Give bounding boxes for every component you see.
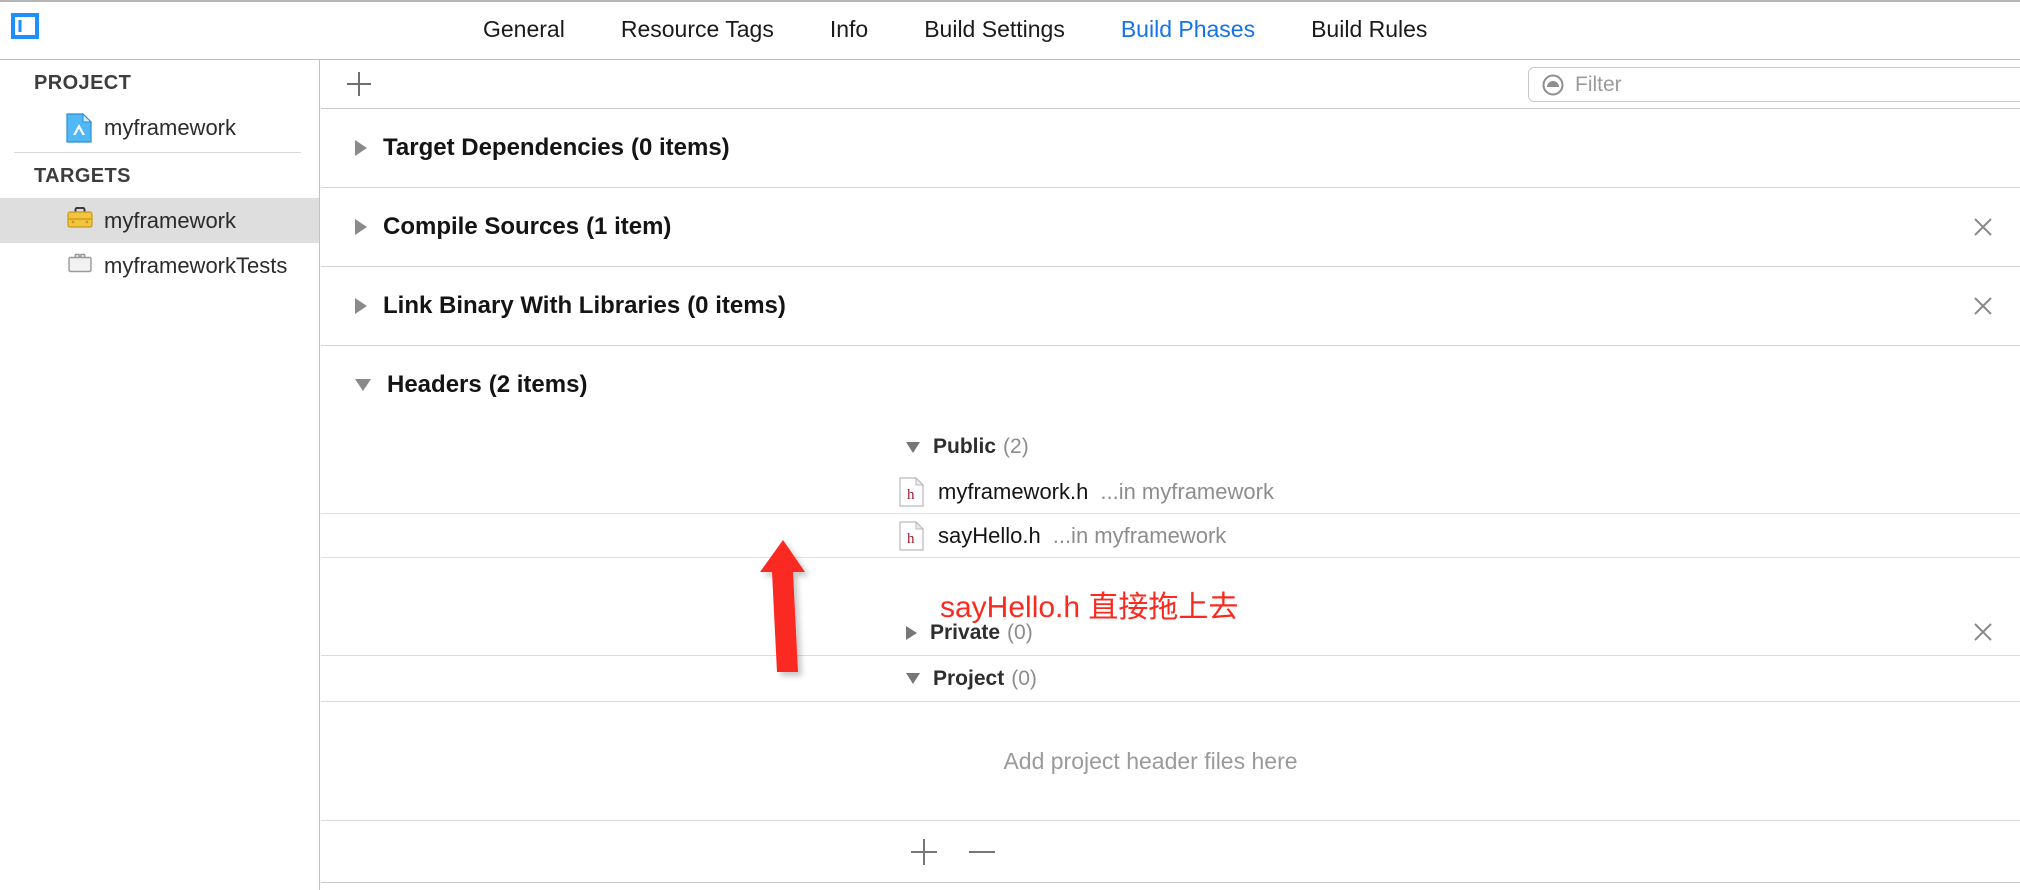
tab-bar: General Resource Tags Info Build Setting…	[0, 0, 2020, 60]
phase-count: (1 item)	[586, 213, 672, 240]
headers-phase-body: Public (2) h myframework.h ...in myframe…	[321, 424, 2020, 890]
remove-header-file-button[interactable]	[969, 839, 995, 865]
sidebar-item-label: myframework	[104, 114, 237, 140]
header-file-row[interactable]: h sayHello.h ...in myframework	[321, 514, 2020, 558]
group-count: (0)	[1011, 666, 1037, 690]
sidebar-item-target-myframeworkTests[interactable]: myframeworkTests	[0, 243, 319, 288]
xcode-project-icon	[66, 112, 92, 143]
svg-text:h: h	[907, 487, 915, 503]
header-file-location: ...in myframework	[1052, 522, 1227, 548]
remove-phase-button[interactable]	[1970, 293, 1996, 319]
disclosure-triangle-icon[interactable]	[355, 140, 367, 156]
phase-count: (0 items)	[687, 292, 786, 319]
tab-resource-tags[interactable]: Resource Tags	[593, 0, 802, 59]
sidebar-section-targets-label: TARGETS	[34, 165, 131, 187]
tab-build-phases[interactable]: Build Phases	[1093, 0, 1283, 59]
phase-header[interactable]: Compile Sources (1 item)	[321, 188, 2020, 266]
remove-phase-button[interactable]	[1970, 619, 1996, 645]
headers-phase-footer	[321, 821, 2020, 883]
disclosure-triangle-icon[interactable]	[906, 673, 920, 684]
group-name: Public	[933, 435, 997, 458]
sidebar-item-target-myframework[interactable]: myframework	[0, 198, 319, 243]
tab-list: General Resource Tags Info Build Setting…	[455, 0, 1455, 59]
phase-link-binary-with-libraries: Link Binary With Libraries (0 items)	[321, 267, 2020, 346]
filter-input[interactable]: Filter	[1528, 67, 2020, 102]
filter-placeholder: Filter	[1575, 72, 1622, 96]
disclosure-triangle-icon[interactable]	[906, 441, 920, 453]
phase-target-dependencies: Target Dependencies (0 items)	[321, 109, 2020, 188]
phase-count: (0 items)	[630, 134, 730, 161]
sidebar-item-project-myframework[interactable]: myframework	[0, 105, 319, 150]
disclosure-triangle-icon[interactable]	[906, 625, 917, 640]
sidebar-toggle-icon[interactable]	[10, 11, 40, 41]
group-name: Private	[930, 620, 1001, 644]
phase-title: Headers	[387, 371, 482, 398]
phase-header[interactable]: Link Binary With Libraries (0 items)	[321, 267, 2020, 345]
test-target-toolbox-icon	[66, 251, 92, 281]
add-build-phase-button[interactable]	[343, 68, 375, 100]
minus-icon	[969, 850, 995, 853]
header-group-project[interactable]: Project (0)	[321, 656, 2020, 702]
tab-general[interactable]: General	[455, 0, 593, 59]
phase-title: Target Dependencies	[383, 134, 624, 161]
header-group-public[interactable]: Public (2)	[321, 424, 2020, 470]
phase-title: Compile Sources	[383, 213, 580, 240]
disclosure-triangle-icon[interactable]	[355, 219, 367, 235]
phase-headers: Headers (2 items) Public (2) h myframewo…	[321, 346, 2020, 890]
phase-header[interactable]: Headers (2 items)	[321, 346, 2020, 424]
phase-title: Link Binary With Libraries	[383, 292, 681, 319]
pane-bottom-divider	[321, 883, 2020, 890]
phase-count: (2 items)	[488, 371, 588, 398]
sidebar-item-label: myframework	[104, 207, 237, 233]
header-file-row[interactable]: h myframework.h ...in myframework	[321, 470, 2020, 514]
build-phases-pane: Filter Target Dependencies (0 items) Com…	[321, 60, 2020, 890]
header-file-location: ...in myframework	[1100, 478, 1274, 504]
header-file-name: myframework.h	[938, 478, 1089, 504]
filter-icon	[1541, 73, 1565, 97]
phase-header[interactable]: Target Dependencies (0 items)	[321, 109, 2020, 187]
target-toolbox-icon	[66, 206, 93, 236]
header-group-private[interactable]: Private (0)	[321, 610, 2020, 656]
header-file-icon: h	[899, 476, 925, 507]
sidebar-item-label: myframeworkTests	[104, 252, 288, 278]
build-phases-toolbar: Filter	[321, 60, 2020, 109]
project-targets-sidebar: PROJECT myframework TARGETS myframework	[0, 60, 320, 890]
group-count: (0)	[1007, 620, 1033, 644]
phase-compile-sources: Compile Sources (1 item)	[321, 188, 2020, 267]
group-name: Project	[933, 666, 1005, 690]
group-count: (2)	[1003, 435, 1029, 458]
empty-drop-hint: Add project header files here	[321, 702, 2020, 821]
sidebar-section-project-label: PROJECT	[34, 72, 132, 94]
header-file-name: sayHello.h	[938, 522, 1041, 548]
remove-phase-button[interactable]	[1970, 214, 1996, 240]
disclosure-triangle-icon[interactable]	[355, 298, 367, 314]
add-header-file-button[interactable]	[911, 838, 937, 865]
tab-build-rules[interactable]: Build Rules	[1283, 0, 1455, 59]
tab-info[interactable]: Info	[802, 0, 896, 59]
plus-icon	[347, 72, 371, 96]
svg-text:h: h	[907, 531, 915, 547]
disclosure-triangle-icon[interactable]	[355, 379, 371, 391]
tab-build-settings[interactable]: Build Settings	[896, 0, 1093, 59]
header-file-icon: h	[899, 520, 925, 551]
